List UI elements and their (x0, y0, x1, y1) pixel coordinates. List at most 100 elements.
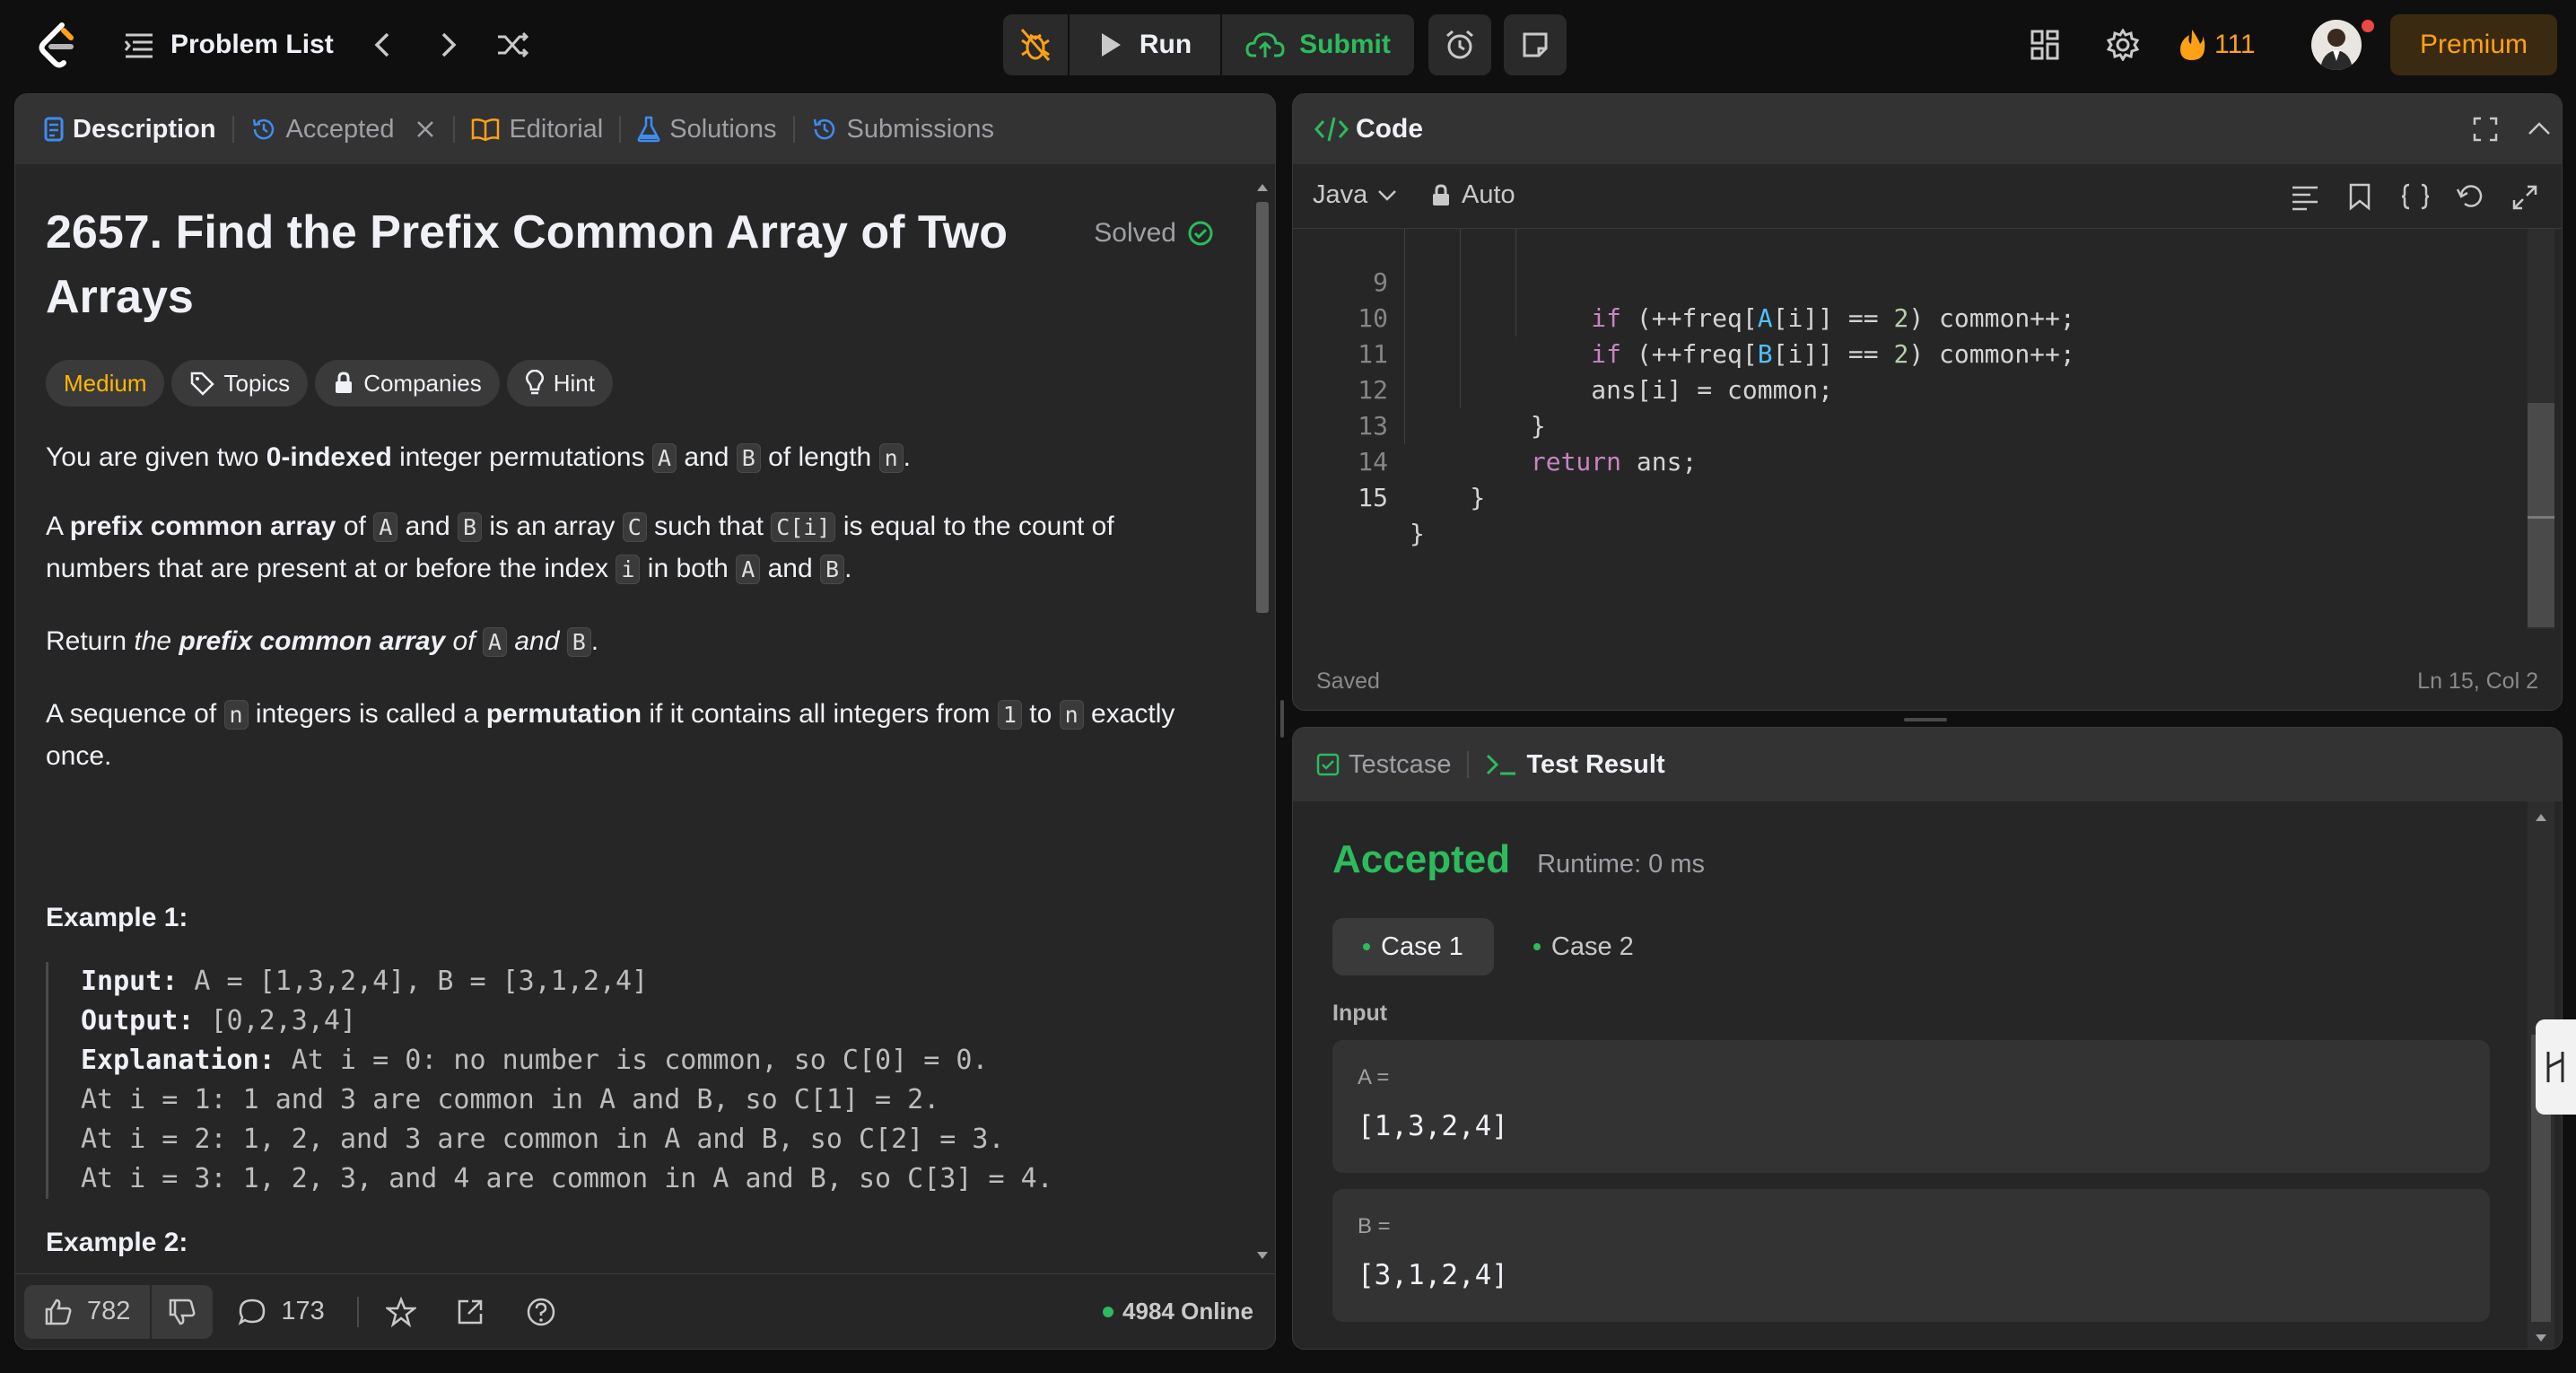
layout-button[interactable] (2024, 23, 2065, 66)
editor-statusbar: Saved Ln 15, Col 2 (1293, 651, 2562, 710)
problem-list-link[interactable]: Problem List (124, 23, 334, 66)
layout-grid-icon (2030, 30, 2059, 60)
page-title: 2657. Find the Prefix Common Array of Tw… (46, 206, 1008, 323)
problem-list-label: Problem List (170, 30, 334, 59)
notification-dot (2362, 20, 2374, 32)
debug-button[interactable] (1003, 14, 1068, 75)
external-link-icon (458, 1299, 483, 1324)
case-1-tab[interactable]: Case 1 (1332, 918, 1494, 975)
example-1-title: Example 1: (46, 903, 188, 932)
example-2-title: Example 2: (46, 1228, 188, 1257)
param-card: A = [1,3,2,4] (1332, 1040, 2490, 1173)
help-button[interactable] (526, 1297, 556, 1327)
code-line: 15 } (1358, 483, 1425, 548)
document-icon (44, 117, 64, 142)
checkbox-icon (1316, 753, 1340, 776)
tab-solutions-label: Solutions (669, 114, 777, 144)
solved-label: Solved (1094, 218, 1176, 248)
case-1-label: Case 1 (1381, 931, 1463, 961)
avatar[interactable] (2311, 20, 2362, 70)
comment-icon (239, 1299, 266, 1325)
panel-resize-handle[interactable] (1280, 700, 1284, 738)
comment-count: 173 (281, 1297, 325, 1325)
companies-button[interactable]: Companies (315, 360, 500, 407)
pass-dot (1533, 943, 1541, 950)
collapse-icon[interactable] (2526, 116, 2553, 143)
solved-status: Solved (1094, 213, 1214, 254)
runtime-label: Runtime: 0 ms (1537, 850, 1706, 879)
code-line: 14 } (1358, 447, 1486, 512)
tab-accepted[interactable]: Accepted (234, 94, 454, 164)
like-button[interactable]: 782 (24, 1284, 151, 1339)
result-status: Accepted (1332, 837, 1511, 881)
prev-problem-button[interactable] (362, 25, 402, 65)
check-circle-icon (1188, 221, 1213, 246)
topics-button[interactable]: Topics (171, 360, 309, 407)
hint-button[interactable]: Hint (506, 360, 613, 407)
test-result-tabs: Testcase Test Result (1293, 728, 2562, 801)
streak-counter[interactable]: 111 (2179, 23, 2256, 66)
streak-count: 111 (2214, 30, 2256, 59)
tab-test-result[interactable]: Test Result (1469, 728, 1681, 801)
history-icon (813, 118, 834, 140)
editor-scroll-marker (2528, 516, 2554, 519)
tab-testcase[interactable]: Testcase (1300, 728, 1467, 801)
maximize-icon[interactable] (2472, 116, 2499, 143)
problem-description: 2657. Find the Prefix Common Array of Tw… (15, 164, 1244, 1340)
user-avatar-icon (2320, 29, 2353, 70)
random-problem-button[interactable] (492, 25, 535, 65)
top-navigation-bar: Problem List Run Submit 111 Premium (0, 0, 2576, 90)
editor-scroll-thumb[interactable] (2528, 403, 2554, 627)
comments-button[interactable]: 173 (238, 1297, 325, 1326)
input-label: Input (1332, 1001, 1388, 1026)
code-line: 11 ans[i] = common; (1358, 339, 1834, 405)
case-tabs: Case 1 Case 2 (1332, 918, 1664, 975)
format-icon[interactable] (2291, 184, 2319, 211)
code-editor[interactable]: 9 if (++freq[A[i]] == 2) common++; 10 if… (1293, 229, 2528, 651)
dislike-button[interactable] (152, 1284, 214, 1339)
case-2-tab[interactable]: Case 2 (1503, 918, 1664, 975)
close-icon[interactable] (414, 118, 437, 141)
tab-solutions[interactable]: Solutions (621, 94, 792, 164)
expand-icon[interactable] (2511, 184, 2538, 211)
description-footer: 782 173 4984 Online (15, 1273, 1275, 1349)
autosave-mode[interactable]: Auto (1431, 180, 1515, 210)
description-paragraph: A sequence of n integers is called a per… (46, 699, 1175, 771)
autosave-label: Auto (1462, 180, 1515, 209)
online-label: 4984 Online (1122, 1298, 1253, 1325)
premium-button[interactable]: Premium (2390, 14, 2557, 75)
shuffle-icon (498, 31, 529, 58)
submit-button[interactable]: Submit (1222, 14, 1414, 75)
description-scrollbar[interactable] (1252, 171, 1273, 1272)
language-select[interactable]: Java (1313, 180, 1398, 210)
undo-icon[interactable] (2456, 182, 2484, 211)
next-problem-button[interactable] (429, 25, 468, 65)
history-icon (252, 118, 274, 140)
tab-editorial[interactable]: Editorial (455, 94, 619, 164)
bookmark-icon[interactable] (2348, 182, 2371, 211)
editor-scrollbar[interactable] (2528, 229, 2554, 629)
share-button[interactable] (456, 1298, 485, 1326)
settings-button[interactable] (2101, 23, 2144, 66)
like-count: 782 (87, 1297, 131, 1325)
lock-icon (336, 372, 353, 393)
save-status: Saved (1316, 668, 1380, 694)
notes-button[interactable] (1504, 14, 1567, 75)
play-icon (1101, 33, 1121, 57)
difficulty-badge: Medium (46, 360, 165, 407)
cloud-upload-icon (1245, 32, 1285, 57)
tab-submissions[interactable]: Submissions (795, 94, 1010, 164)
run-button[interactable]: Run (1070, 14, 1220, 75)
leetcode-logo-icon[interactable] (32, 20, 83, 70)
description-paragraph: A prefix common array of A and B is an a… (46, 512, 1114, 584)
favorite-button[interactable] (385, 1296, 416, 1327)
timer-button[interactable] (1428, 14, 1491, 75)
param-name: A = (1358, 1065, 1390, 1089)
topics-label: Topics (223, 370, 291, 397)
premium-label: Premium (2419, 30, 2528, 59)
braces-icon[interactable] (2400, 182, 2431, 211)
side-widget-button[interactable] (2536, 1019, 2576, 1115)
tab-description[interactable]: Description (28, 94, 232, 164)
panel-resize-handle[interactable] (1904, 718, 1947, 721)
test-result-panel: Testcase Test Result Accepted Runtime: 0… (1292, 727, 2563, 1350)
